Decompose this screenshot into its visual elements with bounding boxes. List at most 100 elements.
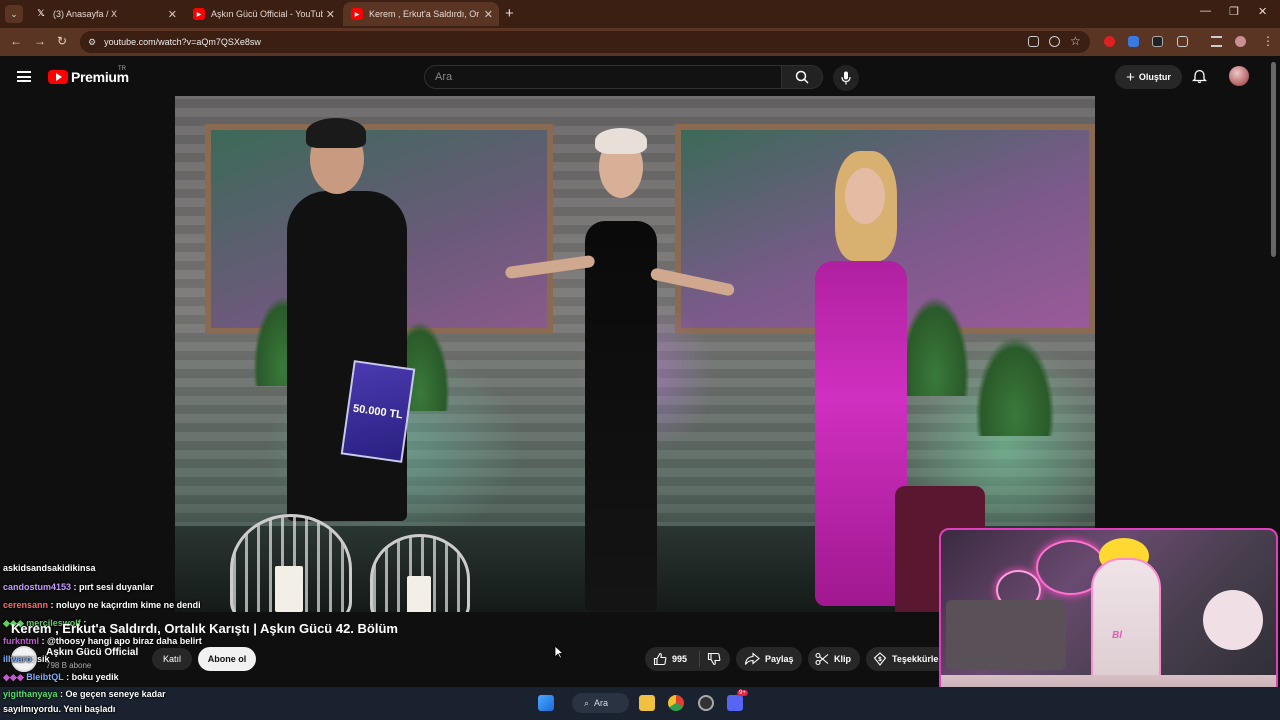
browser-toolbar: ← → ↻ ⚙ youtube.com/watch?v=aQm7QSXe8sw … xyxy=(0,28,1280,56)
hide-icon[interactable] xyxy=(1049,36,1060,47)
potted-plant xyxy=(975,336,1055,436)
chat-badges-icon: ◆◆◆ xyxy=(3,672,24,682)
super-thanks-icon: $ xyxy=(873,652,887,666)
chat-username: illwaro xyxy=(3,654,32,664)
close-window-icon[interactable]: ✕ xyxy=(1258,5,1267,18)
bookmark-star-icon[interactable]: ☆ xyxy=(1070,34,1081,48)
menu-icon[interactable] xyxy=(17,71,31,82)
potted-plant xyxy=(900,296,970,396)
tab-current-video[interactable]: ▶ Kerem , Erkut'a Saldırdı, Ortalık Karı… xyxy=(343,2,499,26)
file-explorer-icon[interactable] xyxy=(639,695,655,711)
address-bar[interactable]: ⚙ youtube.com/watch?v=aQm7QSXe8sw xyxy=(80,31,1090,53)
forward-icon[interactable]: → xyxy=(34,34,46,48)
chat-message: sayılmıyordu. Yeni başladı xyxy=(3,704,115,714)
tab-search-button[interactable]: ⌄ xyxy=(5,5,23,23)
reading-list-icon[interactable] xyxy=(1211,36,1222,47)
profile-icon[interactable] xyxy=(1235,36,1246,47)
shelf xyxy=(946,600,1066,670)
chat-message: cerensann : noluyo ne kaçırdım kime ne d… xyxy=(3,600,201,610)
discord-icon[interactable] xyxy=(727,695,743,711)
microphone-icon xyxy=(841,71,851,85)
site-info-icon[interactable]: ⚙ xyxy=(88,37,96,48)
create-button[interactable]: + Oluştur xyxy=(1115,65,1182,89)
presenter-black-dress xyxy=(585,221,657,611)
account-avatar[interactable] xyxy=(1229,66,1249,86)
restore-icon[interactable]: ❐ xyxy=(1229,5,1239,18)
chat-text: : noluyo ne kaçırdım kime ne dendi xyxy=(50,600,201,610)
host-man-suit xyxy=(287,191,407,521)
youtube-premium-logo[interactable]: Premium TR xyxy=(48,66,129,85)
extension-dark-icon[interactable] xyxy=(1152,36,1163,47)
subscribe-button[interactable]: Abone ol xyxy=(198,647,256,671)
chair-logo: Bl xyxy=(1112,630,1122,641)
tab-x-home[interactable]: 𝕏 (3) Anasayfa / X ✕ xyxy=(27,2,183,26)
share-label: Paylaş xyxy=(765,654,794,664)
voice-search-button[interactable] xyxy=(833,65,859,91)
chat-username: BleibtQL xyxy=(26,672,64,682)
like-count: 995 xyxy=(672,654,688,664)
chat-message: yigithanyaya : Oe geçen seneye kadar xyxy=(3,689,166,699)
obs-icon[interactable] xyxy=(698,695,714,711)
share-button[interactable]: Paylaş xyxy=(736,647,802,671)
prize-cheque: 50.000 TL xyxy=(340,360,416,463)
chat-message: askidsandsakidikinsa xyxy=(3,563,96,573)
clip-label: Klip xyxy=(834,654,851,664)
browser-tab-strip: ⌄ 𝕏 (3) Anasayfa / X ✕ ▶ Aşkın Gücü Offi… xyxy=(0,0,1280,28)
chat-username: yigithanyaya xyxy=(3,689,58,699)
chat-username: askidsandsakidikinsa xyxy=(3,563,96,573)
scissors-icon xyxy=(815,652,829,666)
like-button[interactable]: 995 xyxy=(645,651,700,667)
chat-username: furkntml xyxy=(3,636,39,646)
search-box xyxy=(424,65,782,89)
search-icon: ⌕ xyxy=(584,697,590,708)
search-input[interactable] xyxy=(435,71,781,83)
x-logo-icon: 𝕏 xyxy=(37,9,45,19)
host-man-hair xyxy=(306,118,366,148)
windows-taskbar: yigithanyaya : Oe geçen seneye kadar say… xyxy=(0,687,1280,720)
video-title: Kerem , Erkut'a Saldırdı, Ortalık Karışt… xyxy=(11,621,398,636)
discord-badge: 9+ xyxy=(737,690,748,696)
clip-button[interactable]: Klip xyxy=(808,647,860,671)
chat-message: candostum4153 : pırt sesi duyanlar xyxy=(3,582,154,592)
prize-amount: 50.000 TL xyxy=(352,402,404,421)
channel-name[interactable]: Aşkın Gücü Official xyxy=(46,647,138,658)
extensions-puzzle-icon[interactable] xyxy=(1177,36,1188,47)
tab-channel[interactable]: ▶ Aşkın Gücü Official - YouTube ✕ xyxy=(185,2,341,26)
search-button[interactable] xyxy=(781,65,823,89)
tab-close-icon[interactable]: ✕ xyxy=(326,8,335,21)
contestant-magenta-dress xyxy=(815,261,907,606)
tab-close-icon[interactable]: ✕ xyxy=(168,8,177,21)
page-scrollbar[interactable] xyxy=(1271,62,1276,257)
extension-blue-icon[interactable] xyxy=(1128,36,1139,47)
search-icon xyxy=(795,70,809,84)
youtube-play-icon xyxy=(48,70,68,84)
back-icon[interactable]: ← xyxy=(10,34,22,48)
minimize-icon[interactable]: — xyxy=(1200,5,1211,17)
plus-icon: + xyxy=(1126,68,1135,86)
chrome-icon[interactable] xyxy=(668,695,684,711)
taskbar-search[interactable]: ⌕ Ara xyxy=(572,693,629,713)
thumbs-down-icon xyxy=(707,652,721,666)
cast-icon[interactable] xyxy=(1028,36,1039,47)
contestant-face xyxy=(845,168,885,224)
tab-close-icon[interactable]: ✕ xyxy=(484,8,493,21)
url-text: youtube.com/watch?v=aQm7QSXe8sw xyxy=(104,37,261,47)
new-tab-button[interactable]: + xyxy=(505,5,514,22)
candle xyxy=(407,576,431,612)
chat-text: : sik xyxy=(31,654,50,664)
tab-title: Aşkın Gücü Official - YouTube xyxy=(211,9,323,19)
extension-red-icon[interactable] xyxy=(1104,36,1115,47)
taskbar-search-label: Ara xyxy=(594,698,609,708)
windows-start-icon[interactable] xyxy=(538,695,554,711)
mouse-cursor-icon xyxy=(554,645,564,659)
notifications-bell-icon[interactable] xyxy=(1192,69,1207,84)
join-button[interactable]: Katıl xyxy=(152,648,192,670)
reload-icon[interactable]: ↻ xyxy=(57,34,67,48)
candle xyxy=(275,566,303,612)
dislike-button[interactable] xyxy=(700,652,721,666)
browser-menu-icon[interactable]: ⋮ xyxy=(1262,34,1274,48)
youtube-masthead: Premium TR + Oluştur xyxy=(0,56,1280,96)
chat-username: candostum4153 xyxy=(3,582,72,592)
presenter-hair xyxy=(595,128,647,154)
like-dislike-group: 995 xyxy=(645,647,730,671)
